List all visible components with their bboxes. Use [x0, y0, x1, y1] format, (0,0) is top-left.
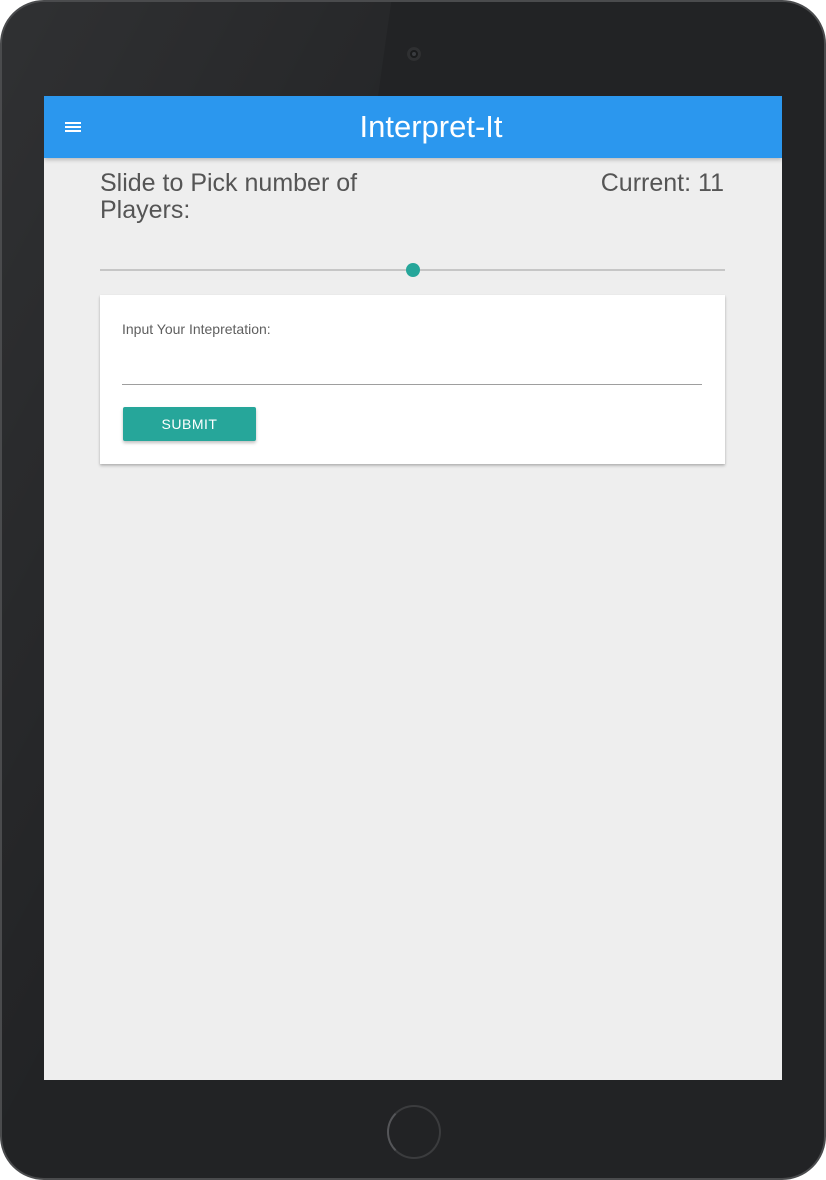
submit-button[interactable]: SUBMIT [123, 407, 256, 441]
players-slider-label: Slide to Pick number of Players: [100, 169, 358, 224]
app-bar: Interpret-It [44, 96, 782, 158]
app-title: Interpret-It [359, 109, 503, 144]
interpretation-card: Input Your Intepretation: SUBMIT [100, 295, 725, 464]
current-value: 11 [698, 169, 724, 197]
home-button[interactable] [387, 1105, 441, 1159]
interpretation-input[interactable] [122, 351, 702, 385]
camera-icon [407, 47, 421, 61]
app-screen: Interpret-It Slide to Pick number of Pla… [44, 96, 782, 1080]
tablet-frame: Interpret-It Slide to Pick number of Pla… [0, 0, 826, 1180]
slider-thumb[interactable] [405, 263, 420, 277]
current-label: Current: [600, 169, 692, 197]
current-players-display: Current: 11 [601, 170, 724, 197]
interpretation-input-label: Input Your Intepretation: [122, 321, 271, 337]
players-slider[interactable] [100, 260, 725, 280]
